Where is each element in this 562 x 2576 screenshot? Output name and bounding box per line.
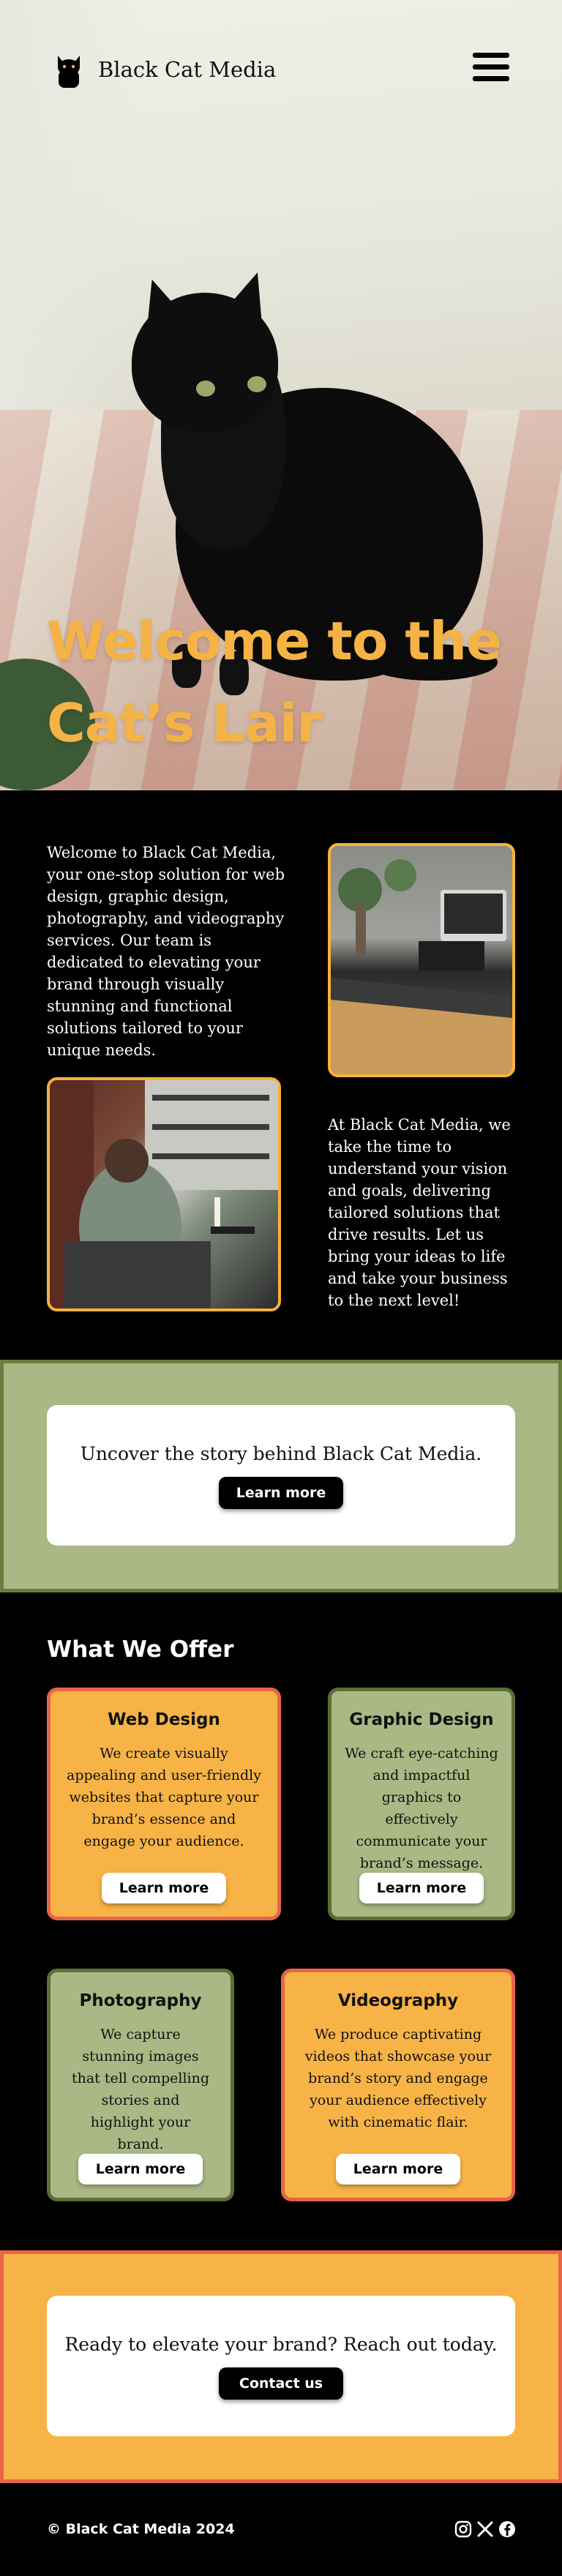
service-card-web-design: Web Design We create visually appealing … [47, 1688, 281, 1920]
hero-title-line2: Cat’s Lair [47, 692, 323, 754]
facebook-icon[interactable] [498, 2520, 517, 2539]
story-text: Uncover the story behind Black Cat Media… [80, 1443, 482, 1464]
graphic-design-learn-more-button[interactable]: Learn more [359, 1873, 484, 1903]
hero-title: Welcome to the Cat’s Lair [47, 600, 530, 764]
intro-paragraph-1: Welcome to Black Cat Media, your one-sto… [47, 844, 285, 1059]
service-card-graphic-design: Graphic Design We craft eye-catching and… [328, 1688, 515, 1920]
contact-us-button[interactable]: Contact us [219, 2367, 343, 2400]
service-text: We create visually appealing and user-fr… [67, 1745, 261, 1849]
intro-paragraph-2: At Black Cat Media, we take the time to … [328, 1116, 511, 1309]
photography-learn-more-button[interactable]: Learn more [78, 2154, 203, 2184]
story-learn-more-button[interactable]: Learn more [219, 1477, 343, 1509]
contact-text: Ready to elevate your brand? Reach out t… [64, 2334, 498, 2355]
menu-line [473, 76, 509, 81]
x-icon[interactable] [476, 2520, 495, 2539]
service-title: Videography [337, 1991, 459, 2010]
contact-card [47, 2296, 515, 2436]
service-card-videography: Videography We produce captivating video… [281, 1969, 515, 2201]
service-title: Photography [79, 1991, 202, 2010]
office-desk-photo [328, 843, 515, 1077]
service-title: Graphic Design [349, 1710, 494, 1729]
hamburger-menu-icon[interactable] [473, 53, 509, 86]
offers-title: What We Offer [47, 1636, 234, 1663]
service-card-photography: Photography We capture stunning images t… [47, 1969, 234, 2201]
menu-line [473, 53, 509, 58]
lounge-illustration [50, 1080, 278, 1308]
cat-eye-right [247, 376, 266, 392]
service-text: We craft eye-catching and impactful grap… [345, 1745, 498, 1871]
cat-eye-left [196, 381, 215, 397]
story-card [47, 1405, 515, 1546]
brand-name[interactable]: Black Cat Media [98, 57, 276, 82]
service-title: Web Design [108, 1710, 220, 1729]
black-cat-icon[interactable] [56, 51, 82, 88]
web-design-learn-more-button[interactable]: Learn more [102, 1873, 226, 1903]
hero-title-line1: Welcome to the [47, 610, 502, 672]
hero-section: Black Cat Media Welcome to the Cat’s Lai… [0, 0, 562, 790]
instagram-icon[interactable] [454, 2520, 473, 2539]
footer-copyright: © Black Cat Media 2024 [47, 2521, 235, 2537]
lounge-photo [47, 1077, 281, 1311]
desk-illustration [331, 859, 512, 1074]
menu-line [473, 64, 509, 70]
videography-learn-more-button[interactable]: Learn more [336, 2154, 460, 2184]
cat-head [132, 293, 278, 432]
site-header: Black Cat Media [0, 0, 562, 139]
service-text: We produce captivating videos that showc… [304, 2026, 492, 2130]
service-text: We capture stunning images that tell com… [71, 2026, 210, 2152]
